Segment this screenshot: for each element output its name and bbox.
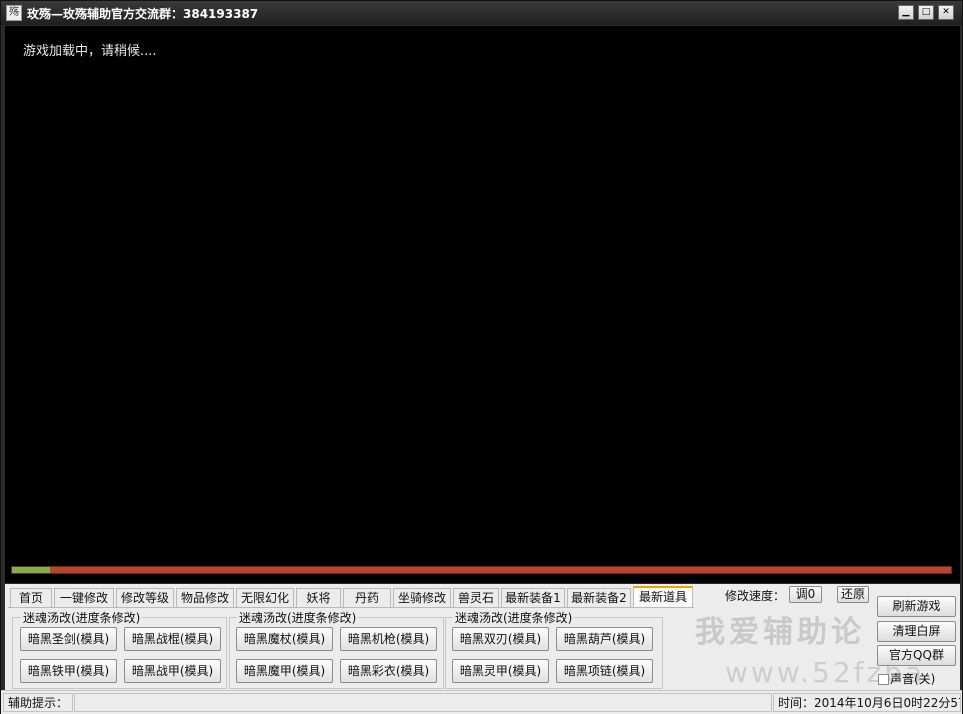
- item-button[interactable]: 暗黑葫芦(模具): [556, 627, 653, 651]
- item-button[interactable]: 暗黑彩衣(模具): [340, 659, 437, 683]
- tab-one-click[interactable]: 一键修改: [54, 588, 114, 607]
- tab-home[interactable]: 首页: [10, 588, 52, 607]
- hint-value: [74, 693, 772, 712]
- speed-restore-button[interactable]: 还原: [837, 586, 869, 603]
- sound-label: 声音(关): [890, 672, 936, 686]
- item-button[interactable]: 暗黑战甲(模具): [124, 659, 221, 683]
- item-button[interactable]: 暗黑项链(模具): [556, 659, 653, 683]
- sound-checkbox[interactable]: [878, 674, 889, 685]
- item-button[interactable]: 暗黑铁甲(模具): [20, 659, 117, 683]
- tab-demon-general[interactable]: 妖将: [296, 588, 341, 607]
- app-logo-icon: 殇: [6, 5, 22, 21]
- minimize-button[interactable]: ▁: [898, 5, 914, 20]
- item-group-2-title: 迷魂汤改(进度条修改): [237, 609, 359, 626]
- tab-new-gear-2[interactable]: 最新装备2: [567, 588, 631, 607]
- tab-new-items[interactable]: 最新道具: [633, 586, 693, 607]
- tab-transform[interactable]: 无限幻化: [236, 588, 294, 607]
- window-title: 玫殇—玫殇辅助官方交流群：384193387: [27, 7, 259, 21]
- watermark-text: 我爱辅助论: [695, 615, 865, 650]
- refresh-game-button[interactable]: 刷新游戏: [877, 596, 956, 617]
- speed-label: 修改速度：: [725, 589, 786, 603]
- control-panel: 首页 一键修改 修改等级 物品修改 无限幻化 妖将 丹药 坐骑修改 兽灵石 最新…: [5, 584, 960, 690]
- item-button[interactable]: 暗黑魔杖(模具): [236, 627, 333, 651]
- item-button[interactable]: 暗黑机枪(模具): [340, 627, 437, 651]
- tab-beast-stone[interactable]: 兽灵石: [453, 588, 499, 607]
- tab-new-gear-1[interactable]: 最新装备1: [501, 588, 565, 607]
- tab-items[interactable]: 物品修改: [176, 588, 234, 607]
- hint-label: 辅助提示：: [3, 693, 73, 712]
- loading-message: 游戏加载中，请稍候....: [23, 44, 157, 59]
- clear-white-screen-button[interactable]: 清理白屏: [877, 621, 956, 642]
- item-button[interactable]: 暗黑圣剑(模具): [20, 627, 117, 651]
- sound-toggle[interactable]: 声音(关): [878, 670, 935, 687]
- item-button[interactable]: 暗黑双刃(模具): [452, 627, 549, 651]
- item-button[interactable]: 暗黑魔甲(模具): [236, 659, 333, 683]
- status-bar: 辅助提示： 时间：2014年10月6日0时22分57: [1, 690, 962, 714]
- tab-elixir[interactable]: 丹药: [343, 588, 391, 607]
- close-button[interactable]: ✕: [938, 5, 954, 20]
- item-button[interactable]: 暗黑战棍(模具): [124, 627, 221, 651]
- item-group-1-title: 迷魂汤改(进度条修改): [21, 609, 143, 626]
- title-bar[interactable]: 殇 玫殇—玫殇辅助官方交流群：384193387 ▁ □ ✕: [1, 1, 962, 25]
- tab-underline: [8, 607, 694, 608]
- tab-level[interactable]: 修改等级: [116, 588, 174, 607]
- loading-progress-bar: [11, 566, 952, 574]
- maximize-button[interactable]: □: [918, 5, 934, 20]
- time-display: 时间：2014年10月6日0时22分57: [773, 693, 961, 712]
- official-qq-group-button[interactable]: 官方QQ群: [877, 645, 956, 666]
- game-viewport[interactable]: 游戏加载中，请稍候....: [5, 26, 960, 583]
- item-button[interactable]: 暗黑灵甲(模具): [452, 659, 549, 683]
- item-group-3-title: 迷魂汤改(进度条修改): [453, 609, 575, 626]
- main-window: 殇 玫殇—玫殇辅助官方交流群：384193387 ▁ □ ✕ 游戏加载中，请稍候…: [0, 0, 963, 714]
- tab-mount[interactable]: 坐骑修改: [393, 588, 451, 607]
- speed-adjust-button[interactable]: 调0: [789, 586, 822, 603]
- loading-progress-fill: [12, 567, 50, 573]
